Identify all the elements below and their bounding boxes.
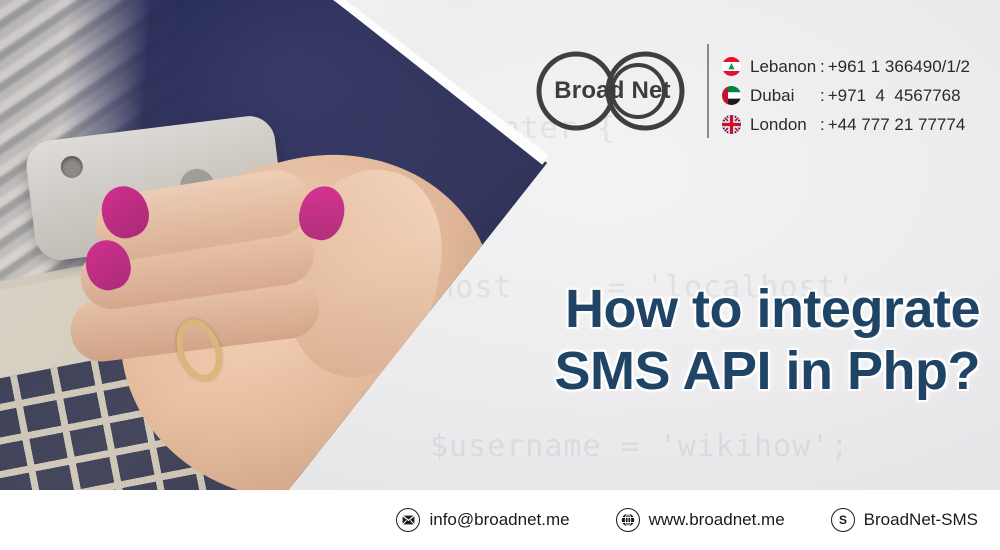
footer-bar: info@broadnet.me www.broadnet.me S Broad… <box>0 490 1000 550</box>
contact-number: +44 777 21 77774 <box>827 114 966 134</box>
contact-country: London <box>750 114 807 134</box>
code-line: $username = 'wikihow'; <box>430 429 850 464</box>
contact-separator: : <box>820 85 825 105</box>
footer-label: info@broadnet.me <box>429 510 570 529</box>
contact-row-london[interactable]: London : +44 777 21 77774 <box>722 110 970 139</box>
page-title: How to integrate SMS API in Php? <box>455 278 980 402</box>
contact-separator: : <box>820 114 825 134</box>
contact-country: Dubai <box>750 85 795 105</box>
uk-flag-icon <box>722 115 741 134</box>
contact-row-lebanon[interactable]: Lebanon : +961 1 366490/1/2 <box>722 52 970 81</box>
skype-icon: S <box>830 508 855 532</box>
contact-number: +971 4 4567768 <box>827 85 961 105</box>
contact-row-dubai[interactable]: Dubai : +971 4 4567768 <box>722 81 970 110</box>
envelope-icon <box>396 508 421 532</box>
svg-text:S: S <box>839 513 847 527</box>
contact-country: Lebanon <box>750 56 817 76</box>
contact-separator: : <box>820 56 825 76</box>
header-divider <box>707 44 709 138</box>
brand-logo-text: Broad Net <box>554 77 671 104</box>
promo-banner: ss HitCounter { te $host = 'localhost' $… <box>0 0 1000 550</box>
contact-list: Lebanon : +961 1 366490/1/2 Dubai : +971… <box>722 52 970 139</box>
footer-label: www.broadnet.me <box>648 510 785 529</box>
page-title-line2: SMS API in Php? <box>554 341 980 401</box>
footer-label: BroadNet-SMS <box>863 510 978 529</box>
page-title-line1: How to integrate <box>564 279 981 339</box>
footer-item-skype[interactable]: S BroadNet-SMS <box>830 508 978 532</box>
footer-item-website[interactable]: www.broadnet.me <box>615 508 785 532</box>
lebanon-flag-icon <box>722 57 741 76</box>
uae-flag-icon <box>722 86 741 105</box>
footer-item-email[interactable]: info@broadnet.me <box>396 508 570 532</box>
contact-number: +961 1 366490/1/2 <box>827 56 971 76</box>
globe-icon <box>615 508 640 532</box>
brand-logo[interactable]: Broad Net <box>530 50 695 132</box>
